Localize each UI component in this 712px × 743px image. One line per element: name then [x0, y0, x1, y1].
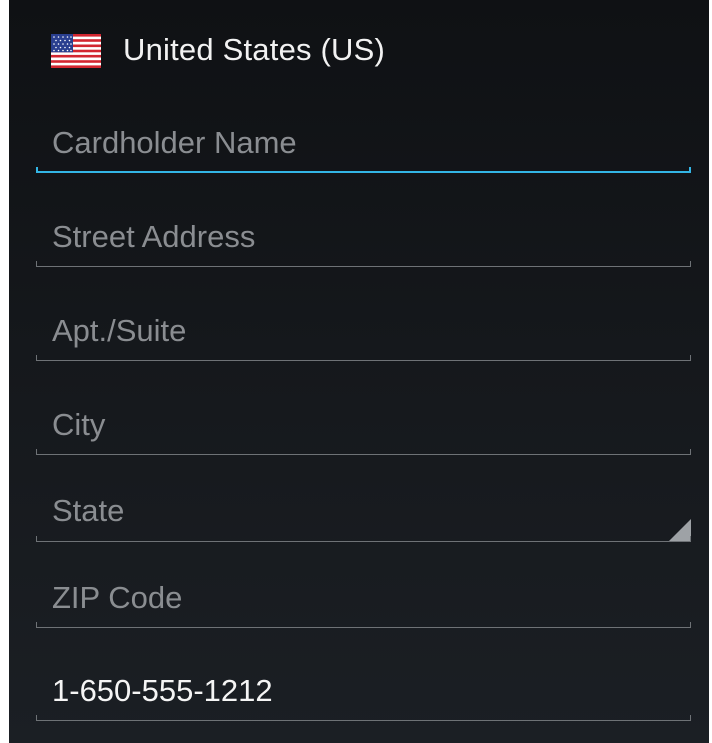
city-hint: City: [52, 407, 106, 442]
cardholder-name-underline: [36, 167, 691, 173]
country-label: United States (US): [123, 32, 386, 67]
city-field[interactable]: City: [36, 395, 691, 455]
zip-code-hint: ZIP Code: [52, 580, 183, 615]
state-spinner[interactable]: State: [36, 482, 691, 542]
phone-field[interactable]: 1-650-555-1212: [36, 661, 691, 721]
us-flag-icon: [51, 34, 101, 68]
street-address-hint: Street Address: [52, 219, 256, 254]
zip-code-field[interactable]: ZIP Code: [36, 568, 691, 628]
phone-value: 1-650-555-1212: [52, 673, 273, 708]
street-address-underline: [36, 261, 691, 267]
zip-code-underline: [36, 622, 691, 628]
address-form-screen: United States (US) Cardholder Name Stree…: [9, 0, 709, 743]
phone-underline: [36, 715, 691, 721]
apt-suite-hint: Apt./Suite: [52, 313, 187, 348]
cardholder-name-hint: Cardholder Name: [52, 125, 297, 160]
apt-suite-field[interactable]: Apt./Suite: [36, 301, 691, 361]
apt-suite-underline: [36, 355, 691, 361]
cardholder-name-field[interactable]: Cardholder Name: [36, 113, 691, 173]
state-hint: State: [52, 493, 125, 528]
city-underline: [36, 449, 691, 455]
country-selector[interactable]: United States (US): [51, 22, 385, 78]
street-address-field[interactable]: Street Address: [36, 207, 691, 267]
state-underline: [36, 536, 691, 542]
dropdown-arrow-icon: [669, 519, 691, 541]
